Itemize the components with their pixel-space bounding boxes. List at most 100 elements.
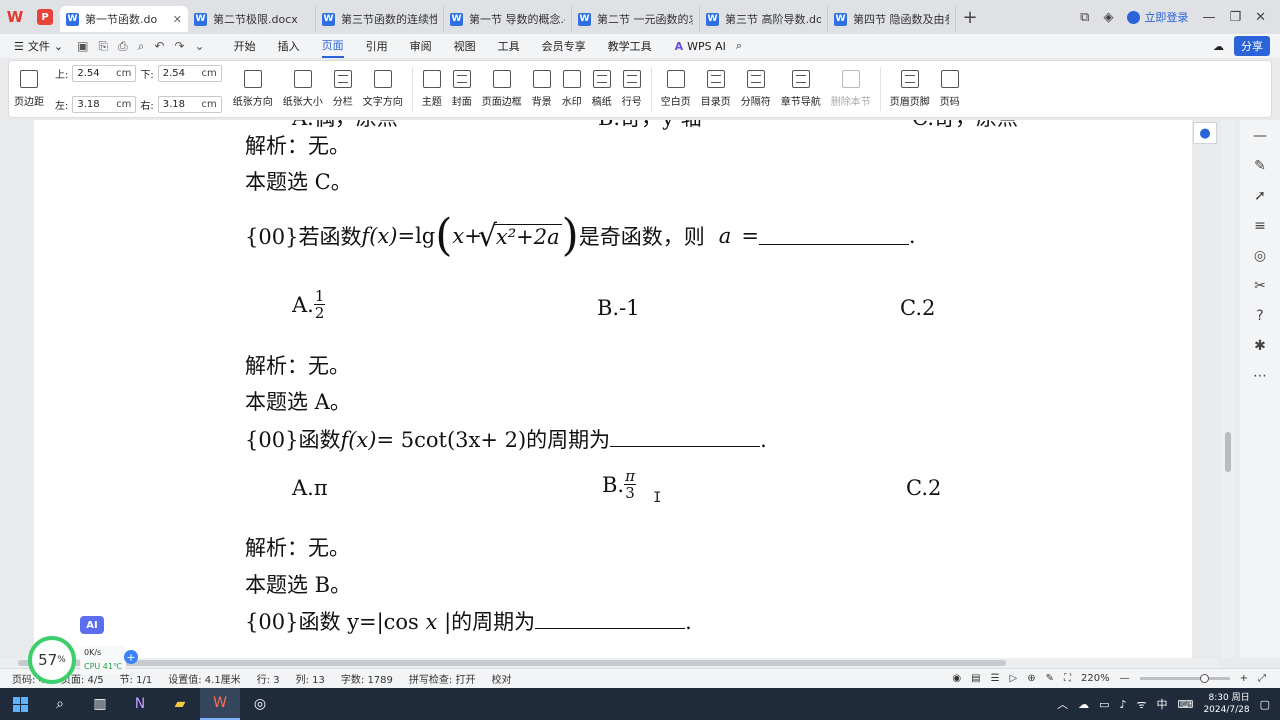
login-button[interactable]: 立即登录 [1127, 9, 1188, 25]
left-margin-input[interactable]: 3.18 cm [72, 96, 137, 113]
scroll-thumb[interactable] [18, 660, 1006, 666]
paper-size-button[interactable]: 纸张大小 [278, 61, 328, 117]
search-icon[interactable]: ⌕ [40, 688, 80, 720]
cube-icon[interactable]: ◈ [1103, 10, 1113, 25]
lang-bar-icon[interactable]: ▭ [1099, 698, 1109, 711]
edit-icon[interactable]: ✎ [1254, 158, 1266, 174]
minimize-icon[interactable]: — [1202, 10, 1215, 25]
tab-list-icon[interactable]: ⧉ [1080, 10, 1089, 25]
status-words[interactable]: 字数: 1789 [341, 671, 393, 686]
notification-icon[interactable]: ▢ [1260, 698, 1270, 711]
tab-doc-4[interactable]: W 第一节 导数的概念.dc [444, 6, 572, 32]
close-window-icon[interactable]: ✕ [1255, 10, 1266, 25]
zoom-knob[interactable] [1199, 674, 1209, 683]
tab-doc-5[interactable]: W 第二节 一元函数的求 [572, 6, 700, 32]
ime-mode-icon[interactable]: ⌨ [1178, 698, 1194, 711]
pdf-tab-icon[interactable]: P [30, 0, 60, 34]
share-node-icon[interactable]: ✱ [1254, 338, 1266, 354]
menu-view[interactable]: 视图 [454, 34, 476, 58]
ime-indicator[interactable]: 中 [1157, 696, 1168, 712]
zoom-in-icon[interactable]: + [1240, 673, 1248, 684]
document-page[interactable]: A.偶，原点 B.奇，y 轴 C.奇，原点 解析：无。 本题选 C。 {00}若… [34, 120, 1192, 658]
menu-insert[interactable]: 插入 [278, 34, 300, 58]
document-area[interactable]: A.偶，原点 B.奇，y 轴 C.奇，原点 解析：无。 本题选 C。 {00}若… [0, 120, 1218, 658]
margins-button[interactable]: 页边距 [9, 61, 49, 117]
close-icon[interactable]: ✕ [173, 13, 182, 26]
toc-page-button[interactable]: 目录页 [696, 61, 736, 117]
tab-doc-7[interactable]: W 第四节 隐函数及由参 [828, 6, 956, 32]
undo-icon[interactable]: ↶ [154, 39, 164, 54]
cloud-icon[interactable]: ☁ [1213, 40, 1224, 53]
page-border-button[interactable]: 页面边框 [477, 61, 527, 117]
watermark-button[interactable]: 水印 [557, 61, 587, 117]
line-number-button[interactable]: 行号 [617, 61, 647, 117]
eye-icon[interactable]: ◉ [952, 673, 961, 684]
new-tab-button[interactable]: + [956, 7, 984, 28]
tools-icon[interactable]: ✂ [1254, 278, 1266, 294]
print-icon[interactable]: ⎙ [118, 39, 128, 54]
onenote-icon[interactable]: N [120, 688, 160, 720]
page-number-button[interactable]: 页码 [935, 61, 965, 117]
page-view-icon[interactable]: ▤ [971, 673, 980, 684]
separator-button[interactable]: 分隔符 [736, 61, 776, 117]
fullscreen-icon[interactable]: ⤢ [1258, 673, 1266, 684]
boost-plus-icon[interactable]: + [124, 650, 138, 664]
share-button[interactable]: 分享 [1234, 36, 1270, 56]
redo-icon[interactable]: ↷ [174, 39, 184, 54]
zoom-slider[interactable] [1139, 674, 1230, 683]
zoom-level[interactable]: 220% [1081, 673, 1110, 684]
tab-doc-6[interactable]: W 第三节 高阶导数.docx [700, 6, 828, 32]
wifi-icon[interactable]: ᯤ [1137, 697, 1147, 712]
status-spell[interactable]: 拼写检查: 打开 [409, 671, 476, 686]
zoom-out-icon[interactable]: — [1120, 673, 1130, 684]
header-footer-button[interactable]: 页眉页脚 [885, 61, 935, 117]
bottom-margin-input[interactable]: 2.54 cm [157, 65, 222, 82]
manuscript-button[interactable]: 稿纸 [587, 61, 617, 117]
preview-icon[interactable]: ⌕ [138, 39, 145, 54]
collapse-icon[interactable]: — [1253, 128, 1267, 144]
chevron-down-icon[interactable]: ⌄ [195, 39, 205, 54]
menu-home[interactable]: 开始 [234, 34, 256, 58]
menu-page[interactable]: 页面 [321, 34, 344, 58]
chevron-up-icon[interactable]: ︿ [1057, 696, 1068, 712]
pen-icon[interactable]: ✎ [1046, 673, 1054, 684]
settings-sliders-icon[interactable]: ≡ [1254, 218, 1266, 234]
tab-doc-1[interactable]: W 第一节函数.do ✕ [60, 6, 188, 32]
web-view-icon[interactable]: ⊕ [1027, 673, 1035, 684]
text-direction-button[interactable]: 文字方向 [358, 61, 408, 117]
theme-button[interactable]: 主题 [417, 61, 447, 117]
shapes-icon[interactable]: ◎ [1254, 248, 1266, 264]
right-margin-input[interactable]: 3.18 cm [157, 96, 222, 113]
cloud-sync-icon[interactable]: ☁ [1078, 698, 1089, 711]
more-icon[interactable]: ⋯ [1253, 368, 1267, 384]
delete-section-button[interactable]: 删除本节 [826, 61, 876, 117]
folder-icon[interactable]: ▰ [160, 688, 200, 720]
wps-taskbar-icon[interactable]: W [200, 688, 240, 720]
search-icon[interactable]: ⌕ [736, 39, 742, 53]
clock[interactable]: 8:30 周日 2024/7/28 [1203, 692, 1249, 716]
wps-ai-button[interactable]: A WPS AI [675, 40, 726, 53]
volume-icon[interactable]: ♪ [1119, 698, 1126, 711]
menu-review[interactable]: 审阅 [410, 34, 432, 58]
start-button[interactable] [0, 688, 40, 720]
play-icon[interactable]: ▷ [1010, 673, 1018, 684]
wps-logo-icon[interactable]: W [0, 0, 30, 34]
columns-button[interactable]: 分栏 [328, 61, 358, 117]
menu-member[interactable]: 会员专享 [542, 34, 586, 58]
help-icon[interactable]: ? [1256, 308, 1263, 324]
performance-widget[interactable]: 57% 0K/s CPU 41℃ + [28, 636, 144, 684]
orientation-button[interactable]: 纸张方向 [228, 61, 278, 117]
status-proof[interactable]: 校对 [491, 671, 511, 686]
tab-doc-2[interactable]: W 第二节极限.docx [188, 6, 316, 32]
tab-doc-3[interactable]: W 第三节函数的连续性.c [316, 6, 444, 32]
select-arrow-icon[interactable]: ➚ [1254, 188, 1266, 204]
horizontal-scrollbar[interactable] [0, 658, 1218, 668]
restore-icon[interactable]: ❐ [1229, 10, 1241, 25]
export-icon[interactable]: ⎘ [98, 39, 108, 54]
location-pin-icon[interactable]: ● [1193, 122, 1217, 144]
menu-tools[interactable]: 工具 [498, 34, 520, 58]
top-margin-input[interactable]: 2.54 cm [72, 65, 137, 82]
fit-icon[interactable]: ⛶ [1064, 673, 1071, 684]
background-button[interactable]: 背景 [527, 61, 557, 117]
scroll-thumb[interactable] [1225, 432, 1231, 472]
